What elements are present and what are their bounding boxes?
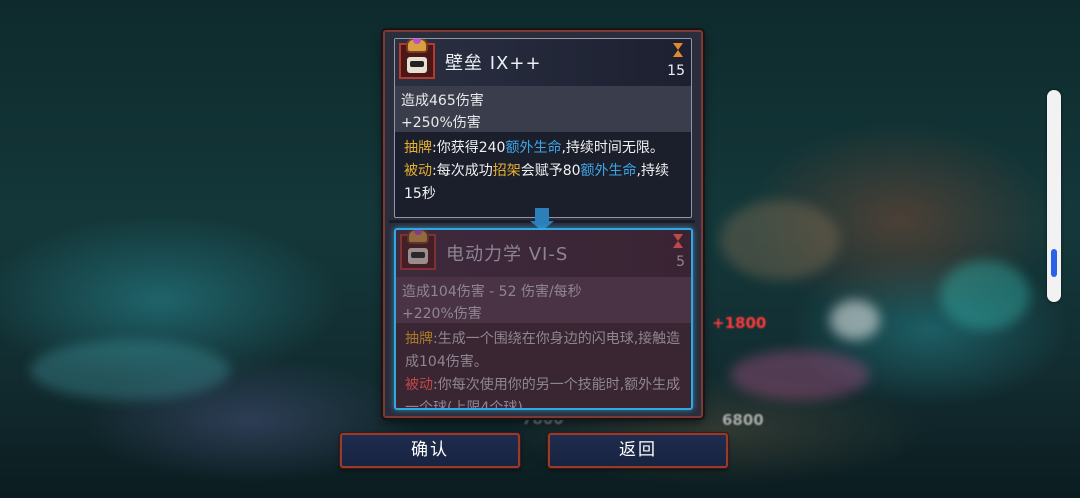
parry-keyword: 招架 bbox=[492, 163, 521, 179]
card-header: 电动力学 VI-S 5 bbox=[396, 230, 691, 277]
draw-effect: 抽牌:你获得240额外生命,持续时间无限。 bbox=[404, 140, 664, 156]
background-glow bbox=[940, 260, 1030, 330]
damage-number: +1800 bbox=[712, 314, 767, 332]
extra-life-keyword: 额外生命 bbox=[505, 140, 562, 156]
passive-keyword: 被动 bbox=[405, 377, 433, 393]
current-skill-card: 壁垒 IX++ 15 造成465伤害 +250%伤害 抽牌:你获得240额外生命… bbox=[394, 38, 692, 218]
draw-effect: 抽牌:生成一个围绕在你身边的闪电球,接触造成104伤害。 bbox=[405, 331, 681, 370]
skill-name: 电动力学 VI-S bbox=[446, 244, 569, 265]
scrollbar[interactable] bbox=[1047, 90, 1061, 302]
card-header: 壁垒 IX++ 15 bbox=[395, 39, 691, 86]
cooldown-value: 15 bbox=[667, 63, 685, 79]
background-glow bbox=[30, 340, 230, 400]
draw-keyword: 抽牌 bbox=[404, 140, 432, 156]
extra-life-keyword: 额外生命 bbox=[580, 163, 637, 179]
skill-stats: 造成465伤害 +250%伤害 bbox=[395, 86, 691, 132]
back-button[interactable]: 返回 bbox=[548, 433, 728, 468]
skill-stats: 造成104伤害 - 52 伤害/每秒 +220%伤害 bbox=[396, 277, 691, 323]
background-glow bbox=[830, 300, 880, 340]
new-skill-card[interactable]: 电动力学 VI-S 5 造成104伤害 - 52 伤害/每秒 +220%伤害 抽… bbox=[394, 228, 693, 410]
arrow-down-icon bbox=[535, 208, 549, 222]
bastion-icon bbox=[399, 39, 435, 79]
background-glow bbox=[720, 200, 840, 280]
skill-name: 壁垒 IX++ bbox=[445, 53, 542, 74]
stat-line: +250%伤害 bbox=[401, 115, 481, 131]
damage-number: 6800 bbox=[722, 411, 764, 429]
skill-description: 抽牌:你获得240额外生命,持续时间无限。 被动:每次成功招架会赋予80额外生命… bbox=[395, 132, 691, 206]
hourglass-icon bbox=[673, 43, 683, 57]
scrollbar-thumb[interactable] bbox=[1051, 248, 1057, 277]
background-glow bbox=[730, 350, 870, 400]
skill-description: 抽牌:生成一个围绕在你身边的闪电球,接触造成104伤害。 被动:你每次使用你的另… bbox=[396, 323, 691, 410]
hourglass-icon bbox=[673, 234, 683, 248]
stat-line: +220%伤害 bbox=[402, 306, 482, 322]
cooldown-value: 5 bbox=[676, 254, 685, 270]
draw-keyword: 抽牌 bbox=[405, 331, 433, 347]
stat-line: 造成104伤害 - 52 伤害/每秒 bbox=[402, 284, 582, 300]
electrodynamics-icon bbox=[400, 230, 436, 270]
passive-effect: 被动:每次成功招架会赋予80额外生命,持续15秒 bbox=[404, 163, 669, 202]
skill-compare-panel: 壁垒 IX++ 15 造成465伤害 +250%伤害 抽牌:你获得240额外生命… bbox=[383, 30, 703, 418]
passive-effect: 被动:你每次使用你的另一个技能时,额外生成一个球(上限4个球) bbox=[405, 377, 681, 410]
stat-line: 造成465伤害 bbox=[401, 93, 484, 109]
passive-keyword: 被动 bbox=[404, 163, 432, 179]
confirm-button[interactable]: 确认 bbox=[340, 433, 520, 468]
